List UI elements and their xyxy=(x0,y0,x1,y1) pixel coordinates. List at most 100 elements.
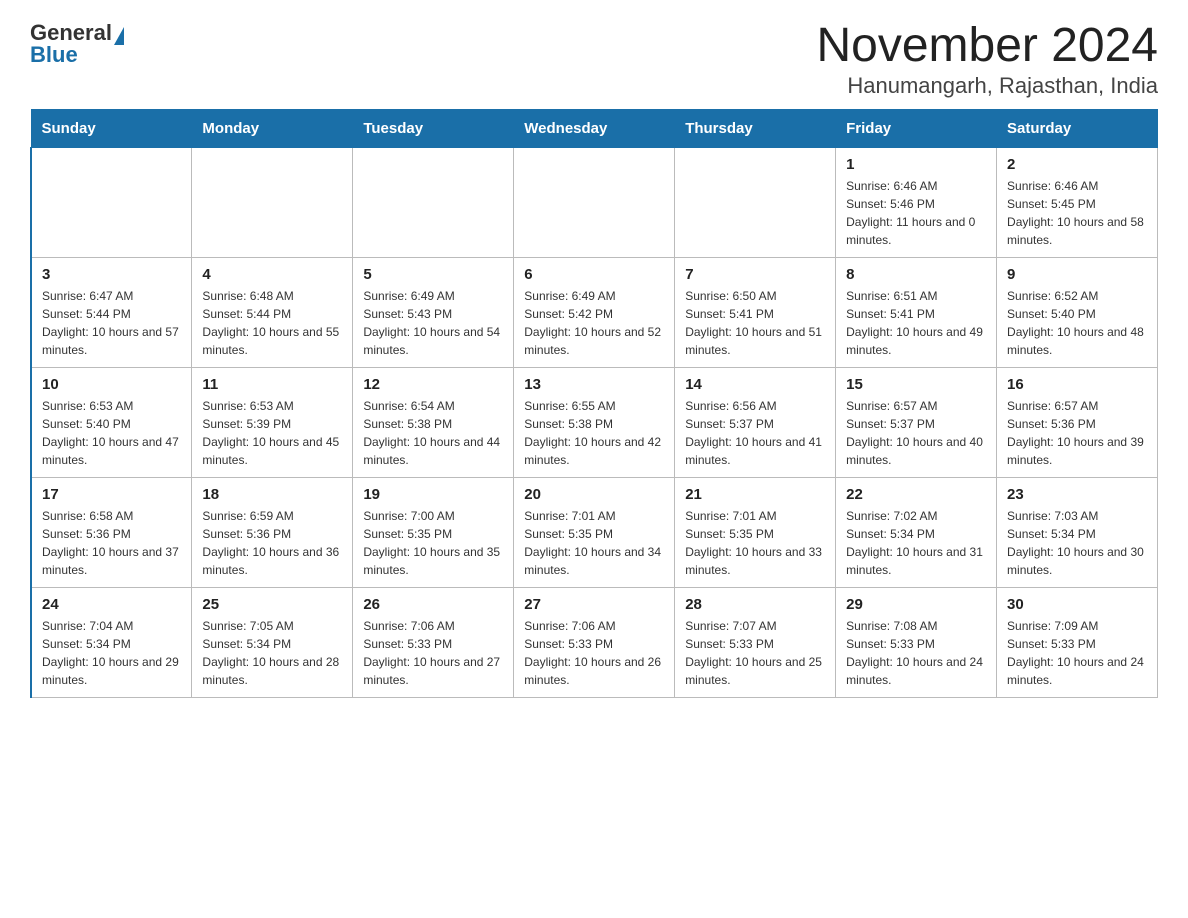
day-info: Sunrise: 6:51 AM Sunset: 5:41 PM Dayligh… xyxy=(846,287,986,359)
day-info: Sunrise: 7:01 AM Sunset: 5:35 PM Dayligh… xyxy=(524,507,664,579)
day-info: Sunrise: 6:47 AM Sunset: 5:44 PM Dayligh… xyxy=(42,287,181,359)
calendar-header-row: SundayMondayTuesdayWednesdayThursdayFrid… xyxy=(31,109,1158,147)
day-number: 22 xyxy=(846,486,986,503)
day-header-sunday: Sunday xyxy=(31,109,192,147)
logo-blue-text: Blue xyxy=(30,42,124,68)
calendar-cell: 9 Sunrise: 6:52 AM Sunset: 5:40 PM Daylig… xyxy=(997,257,1158,367)
day-header-friday: Friday xyxy=(836,109,997,147)
day-number: 3 xyxy=(42,266,181,283)
day-info: Sunrise: 7:07 AM Sunset: 5:33 PM Dayligh… xyxy=(685,617,825,689)
calendar-cell: 15 Sunrise: 6:57 AM Sunset: 5:37 PM Dayli… xyxy=(836,367,997,477)
day-info: Sunrise: 6:57 AM Sunset: 5:36 PM Dayligh… xyxy=(1007,397,1147,469)
page-header: General Blue November 2024 Hanumangarh, … xyxy=(30,20,1158,99)
day-info: Sunrise: 7:02 AM Sunset: 5:34 PM Dayligh… xyxy=(846,507,986,579)
calendar-table: SundayMondayTuesdayWednesdayThursdayFrid… xyxy=(30,109,1158,698)
day-number: 24 xyxy=(42,596,181,613)
calendar-cell: 21Sunrise: 7:01 AM Sunset: 5:35 PM Dayli… xyxy=(675,477,836,587)
calendar-cell: 5Sunrise: 6:49 AM Sunset: 5:43 PM Daylig… xyxy=(353,257,514,367)
day-header-monday: Monday xyxy=(192,109,353,147)
day-number: 26 xyxy=(363,596,503,613)
day-info: Sunrise: 6:55 AM Sunset: 5:38 PM Dayligh… xyxy=(524,397,664,469)
day-number: 27 xyxy=(524,596,664,613)
day-number: 11 xyxy=(202,376,342,393)
calendar-cell: 6Sunrise: 6:49 AM Sunset: 5:42 PM Daylig… xyxy=(514,257,675,367)
calendar-cell: 11 Sunrise: 6:53 AM Sunset: 5:39 PM Dayli… xyxy=(192,367,353,477)
calendar-cell xyxy=(514,147,675,257)
day-info: Sunrise: 6:57 AM Sunset: 5:37 PM Dayligh… xyxy=(846,397,986,469)
calendar-cell: 8 Sunrise: 6:51 AM Sunset: 5:41 PM Daylig… xyxy=(836,257,997,367)
day-info: Sunrise: 6:56 AM Sunset: 5:37 PM Dayligh… xyxy=(685,397,825,469)
day-number: 16 xyxy=(1007,376,1147,393)
calendar-cell: 24 Sunrise: 7:04 AM Sunset: 5:34 PM Dayli… xyxy=(31,587,192,697)
calendar-cell: 4 Sunrise: 6:48 AM Sunset: 5:44 PM Daylig… xyxy=(192,257,353,367)
calendar-cell: 14 Sunrise: 6:56 AM Sunset: 5:37 PM Dayli… xyxy=(675,367,836,477)
day-number: 30 xyxy=(1007,596,1147,613)
day-number: 15 xyxy=(846,376,986,393)
calendar-cell: 7 Sunrise: 6:50 AM Sunset: 5:41 PM Daylig… xyxy=(675,257,836,367)
day-info: Sunrise: 6:54 AM Sunset: 5:38 PM Dayligh… xyxy=(363,397,503,469)
day-number: 7 xyxy=(685,266,825,283)
day-info: Sunrise: 6:53 AM Sunset: 5:39 PM Dayligh… xyxy=(202,397,342,469)
day-info: Sunrise: 7:04 AM Sunset: 5:34 PM Dayligh… xyxy=(42,617,181,689)
day-info: Sunrise: 6:48 AM Sunset: 5:44 PM Dayligh… xyxy=(202,287,342,359)
calendar-week-row: 3 Sunrise: 6:47 AM Sunset: 5:44 PM Daylig… xyxy=(31,257,1158,367)
logo-triangle-icon xyxy=(114,27,124,45)
day-header-saturday: Saturday xyxy=(997,109,1158,147)
calendar-cell: 17Sunrise: 6:58 AM Sunset: 5:36 PM Dayli… xyxy=(31,477,192,587)
calendar-week-row: 17Sunrise: 6:58 AM Sunset: 5:36 PM Dayli… xyxy=(31,477,1158,587)
day-info: Sunrise: 7:01 AM Sunset: 5:35 PM Dayligh… xyxy=(685,507,825,579)
day-number: 10 xyxy=(42,376,181,393)
day-info: Sunrise: 7:00 AM Sunset: 5:35 PM Dayligh… xyxy=(363,507,503,579)
day-info: Sunrise: 6:46 AM Sunset: 5:46 PM Dayligh… xyxy=(846,177,986,249)
day-number: 9 xyxy=(1007,266,1147,283)
day-number: 20 xyxy=(524,486,664,503)
day-info: Sunrise: 6:59 AM Sunset: 5:36 PM Dayligh… xyxy=(202,507,342,579)
day-number: 1 xyxy=(846,156,986,173)
calendar-cell: 30 Sunrise: 7:09 AM Sunset: 5:33 PM Dayli… xyxy=(997,587,1158,697)
page-subtitle: Hanumangarh, Rajasthan, India xyxy=(816,73,1158,99)
day-number: 17 xyxy=(42,486,181,503)
day-info: Sunrise: 7:09 AM Sunset: 5:33 PM Dayligh… xyxy=(1007,617,1147,689)
day-info: Sunrise: 7:03 AM Sunset: 5:34 PM Dayligh… xyxy=(1007,507,1147,579)
day-info: Sunrise: 6:50 AM Sunset: 5:41 PM Dayligh… xyxy=(685,287,825,359)
calendar-week-row: 10 Sunrise: 6:53 AM Sunset: 5:40 PM Dayli… xyxy=(31,367,1158,477)
day-info: Sunrise: 6:49 AM Sunset: 5:43 PM Dayligh… xyxy=(363,287,503,359)
day-info: Sunrise: 7:06 AM Sunset: 5:33 PM Dayligh… xyxy=(524,617,664,689)
calendar-cell: 1 Sunrise: 6:46 AM Sunset: 5:46 PM Daylig… xyxy=(836,147,997,257)
day-number: 12 xyxy=(363,376,503,393)
day-number: 19 xyxy=(363,486,503,503)
calendar-cell: 25Sunrise: 7:05 AM Sunset: 5:34 PM Dayli… xyxy=(192,587,353,697)
calendar-week-row: 24 Sunrise: 7:04 AM Sunset: 5:34 PM Dayli… xyxy=(31,587,1158,697)
day-info: Sunrise: 6:46 AM Sunset: 5:45 PM Dayligh… xyxy=(1007,177,1147,249)
calendar-cell xyxy=(31,147,192,257)
calendar-cell: 13Sunrise: 6:55 AM Sunset: 5:38 PM Dayli… xyxy=(514,367,675,477)
page-title: November 2024 xyxy=(816,20,1158,73)
day-number: 14 xyxy=(685,376,825,393)
calendar-cell: 2 Sunrise: 6:46 AM Sunset: 5:45 PM Daylig… xyxy=(997,147,1158,257)
day-number: 8 xyxy=(846,266,986,283)
day-header-tuesday: Tuesday xyxy=(353,109,514,147)
day-number: 23 xyxy=(1007,486,1147,503)
day-info: Sunrise: 7:08 AM Sunset: 5:33 PM Dayligh… xyxy=(846,617,986,689)
calendar-cell: 23 Sunrise: 7:03 AM Sunset: 5:34 PM Dayli… xyxy=(997,477,1158,587)
day-header-thursday: Thursday xyxy=(675,109,836,147)
calendar-cell: 3 Sunrise: 6:47 AM Sunset: 5:44 PM Daylig… xyxy=(31,257,192,367)
calendar-cell: 12 Sunrise: 6:54 AM Sunset: 5:38 PM Dayli… xyxy=(353,367,514,477)
calendar-cell xyxy=(675,147,836,257)
calendar-cell: 19 Sunrise: 7:00 AM Sunset: 5:35 PM Dayli… xyxy=(353,477,514,587)
day-number: 4 xyxy=(202,266,342,283)
calendar-cell: 27 Sunrise: 7:06 AM Sunset: 5:33 PM Dayli… xyxy=(514,587,675,697)
logo: General Blue xyxy=(30,20,124,68)
day-info: Sunrise: 6:53 AM Sunset: 5:40 PM Dayligh… xyxy=(42,397,181,469)
day-number: 28 xyxy=(685,596,825,613)
day-number: 2 xyxy=(1007,156,1147,173)
calendar-cell: 26 Sunrise: 7:06 AM Sunset: 5:33 PM Dayli… xyxy=(353,587,514,697)
calendar-cell xyxy=(353,147,514,257)
day-info: Sunrise: 7:05 AM Sunset: 5:34 PM Dayligh… xyxy=(202,617,342,689)
calendar-cell: 10 Sunrise: 6:53 AM Sunset: 5:40 PM Dayli… xyxy=(31,367,192,477)
day-info: Sunrise: 7:06 AM Sunset: 5:33 PM Dayligh… xyxy=(363,617,503,689)
calendar-cell: 20 Sunrise: 7:01 AM Sunset: 5:35 PM Dayli… xyxy=(514,477,675,587)
calendar-cell xyxy=(192,147,353,257)
calendar-cell: 18Sunrise: 6:59 AM Sunset: 5:36 PM Dayli… xyxy=(192,477,353,587)
day-info: Sunrise: 6:52 AM Sunset: 5:40 PM Dayligh… xyxy=(1007,287,1147,359)
